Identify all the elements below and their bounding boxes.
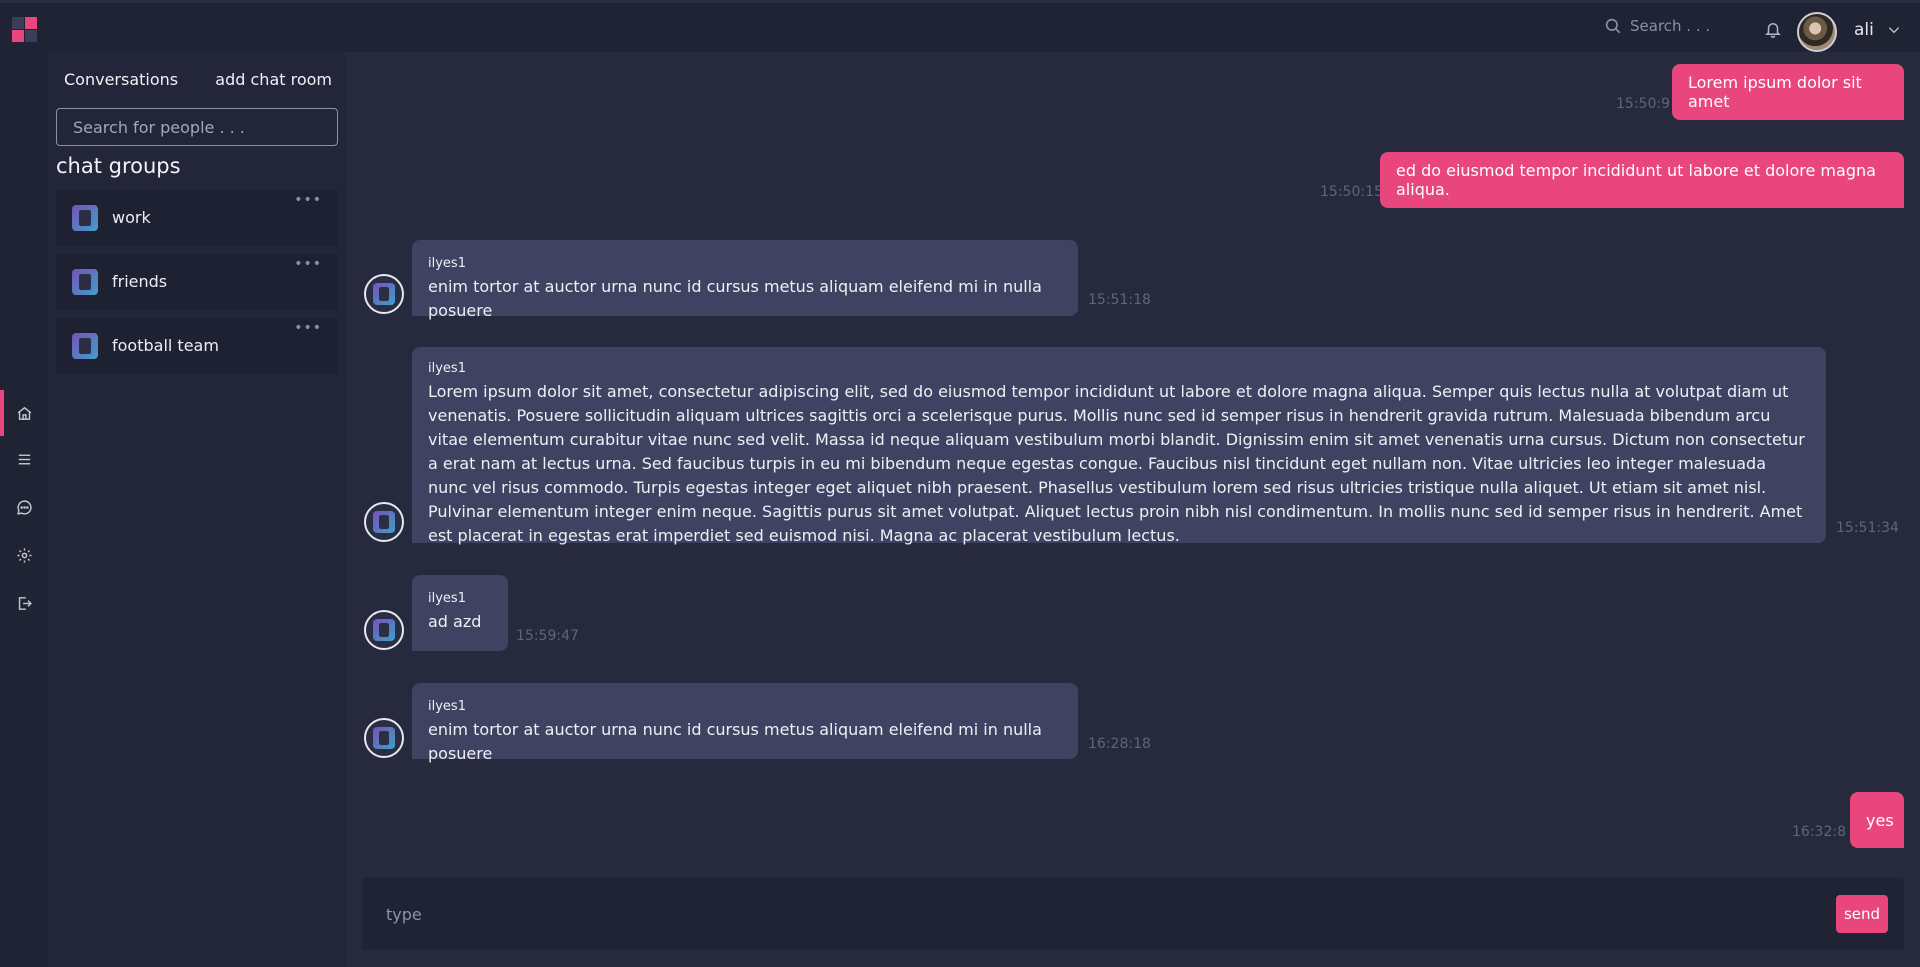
sender-avatar[interactable]	[364, 502, 404, 542]
rail-item-home[interactable]	[0, 390, 48, 436]
sender-avatar[interactable]	[364, 610, 404, 650]
message-time: 16:32:8	[1792, 824, 1846, 840]
message-sender: ilyes1	[428, 591, 466, 606]
message-time: 15:59:47	[516, 628, 579, 644]
outgoing-message[interactable]: ed do eiusmod tempor incididunt ut labor…	[1380, 152, 1904, 208]
groups-title: chat groups	[56, 154, 181, 178]
logout-icon	[18, 596, 32, 610]
sender-avatar[interactable]	[364, 274, 404, 314]
message-input[interactable]	[386, 898, 1786, 930]
rail-item-settings[interactable]	[0, 532, 48, 578]
message-text: Lorem ipsum dolor sit amet, consectetur …	[428, 382, 1805, 545]
gear-icon	[16, 547, 32, 563]
message-time: 15:51:18	[1088, 292, 1151, 308]
message-sender: ilyes1	[428, 361, 466, 376]
incoming-message[interactable]: ilyes1 Lorem ipsum dolor sit amet, conse…	[412, 347, 1826, 545]
more-options-icon[interactable]: •••	[294, 256, 322, 272]
message-text: ad azd	[428, 612, 482, 631]
group-name: football team	[112, 336, 219, 355]
message-sender: ilyes1	[428, 699, 466, 714]
outgoing-message[interactable]: Lorem ipsum dolor sit amet	[1672, 64, 1904, 120]
group-name: work	[112, 208, 151, 227]
conversations-panel: Conversations add chat room chat groups …	[48, 52, 346, 967]
top-bar: ali	[0, 0, 1920, 52]
bell-icon[interactable]	[1764, 20, 1782, 38]
top-search-input[interactable]	[1630, 17, 1750, 35]
message-time: 15:50:15	[1320, 184, 1383, 200]
group-avatar	[72, 205, 98, 231]
sender-avatar[interactable]	[364, 718, 404, 758]
group-avatar	[72, 333, 98, 359]
user-name[interactable]: ali	[1854, 20, 1874, 40]
message-composer: send	[362, 878, 1904, 950]
search-icon	[1605, 18, 1621, 34]
outgoing-message[interactable]: yes	[1850, 792, 1904, 848]
panel-header: Conversations add chat room	[64, 70, 332, 89]
panel-title: Conversations	[64, 70, 179, 89]
message-sender: ilyes1	[428, 256, 466, 271]
send-button[interactable]: send	[1836, 895, 1888, 933]
people-search-input[interactable]	[56, 108, 338, 146]
message-text: enim tortor at auctor urna nunc id cursu…	[428, 720, 1042, 763]
more-options-icon[interactable]: •••	[294, 192, 322, 208]
rail-item-logout[interactable]	[0, 580, 48, 626]
more-options-icon[interactable]: •••	[294, 320, 322, 336]
app-logo[interactable]	[12, 17, 38, 43]
home-icon	[17, 406, 31, 420]
chat-icon	[16, 499, 32, 515]
rail-item-menu[interactable]	[0, 436, 48, 482]
message-time: 15:50:9	[1616, 96, 1670, 112]
message-text: enim tortor at auctor urna nunc id cursu…	[428, 277, 1042, 320]
nav-rail	[0, 52, 48, 967]
group-avatar	[72, 269, 98, 295]
chat-group-item[interactable]: friends •••	[56, 254, 338, 310]
chat-area: 15:50:9 Lorem ipsum dolor sit amet 15:50…	[346, 52, 1920, 967]
group-name: friends	[112, 272, 168, 291]
incoming-message[interactable]: ilyes1 enim tortor at auctor urna nunc i…	[412, 240, 1078, 320]
chevron-down-icon[interactable]	[1886, 23, 1902, 37]
rail-item-chat[interactable]	[0, 484, 48, 530]
user-avatar[interactable]	[1797, 12, 1837, 52]
incoming-message[interactable]: ilyes1 enim tortor at auctor urna nunc i…	[412, 683, 1078, 763]
top-search[interactable]	[1604, 17, 1750, 35]
menu-icon	[18, 454, 30, 464]
chat-group-item[interactable]: football team •••	[56, 318, 338, 374]
chat-group-item[interactable]: work •••	[56, 190, 338, 246]
message-time: 15:51:34	[1836, 520, 1899, 536]
message-time: 16:28:18	[1088, 736, 1151, 752]
incoming-message[interactable]: ilyes1 ad azd	[412, 575, 508, 651]
add-chat-room-button[interactable]: add chat room	[215, 70, 332, 89]
